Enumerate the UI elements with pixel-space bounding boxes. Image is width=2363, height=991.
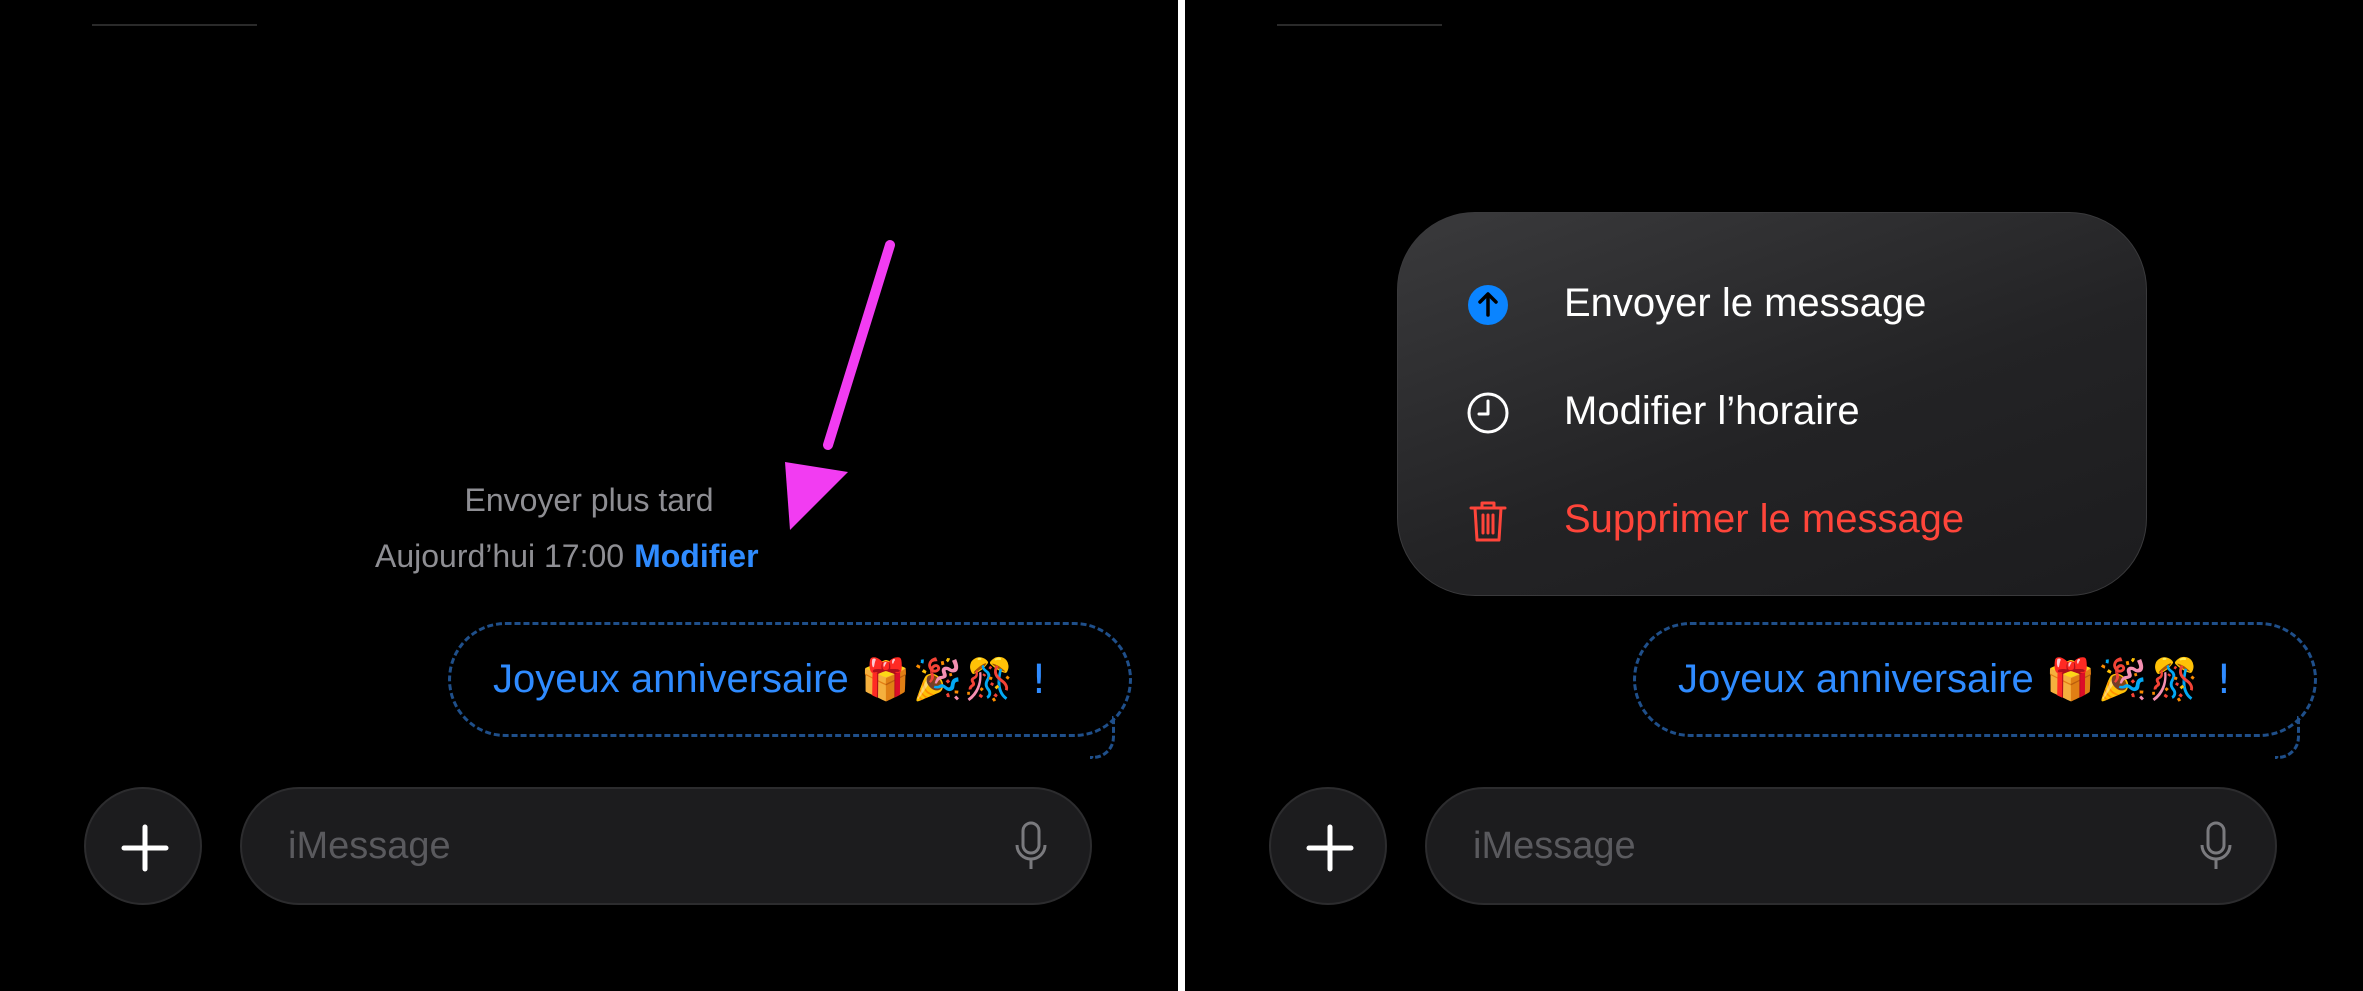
menu-item-label: Supprimer le message bbox=[1564, 497, 1965, 541]
left-screen: Envoyer plus tard Aujourd’hui 17:00 Modif… bbox=[0, 0, 1178, 991]
right-screen: Envoyer le message Modifier l’horaire Su… bbox=[1185, 0, 2363, 991]
scheduled-message-bubble[interactable]: Joyeux anniversaire 🎁🎉🎊 ! bbox=[1633, 622, 2317, 737]
trash-icon bbox=[1469, 501, 1507, 542]
send-up-arrow-icon bbox=[1468, 285, 1508, 325]
imessage-input[interactable]: iMessage bbox=[240, 787, 1092, 905]
panel-divider bbox=[1178, 0, 1185, 991]
clock-icon bbox=[1467, 392, 1509, 434]
menu-item-send-message[interactable]: Envoyer le message bbox=[1398, 255, 2146, 355]
menu-item-label: Modifier l’horaire bbox=[1564, 389, 1860, 433]
microphone-icon[interactable] bbox=[1014, 821, 1048, 873]
add-attachment-button[interactable] bbox=[1269, 787, 1387, 905]
message-emojis: 🎁🎉🎊 ! bbox=[860, 657, 1049, 703]
input-placeholder: iMessage bbox=[288, 825, 451, 867]
scheduled-message-bubble[interactable]: Joyeux anniversaire 🎁🎉🎊 ! bbox=[448, 622, 1132, 737]
message-text: Joyeux anniversaire bbox=[493, 657, 849, 701]
plus-icon bbox=[121, 824, 169, 872]
context-menu: Envoyer le message Modifier l’horaire Su… bbox=[1397, 212, 2147, 596]
menu-item-label: Envoyer le message bbox=[1564, 281, 1927, 325]
menu-item-edit-schedule[interactable]: Modifier l’horaire bbox=[1398, 363, 2146, 463]
add-attachment-button[interactable] bbox=[84, 787, 202, 905]
message-text: Joyeux anniversaire bbox=[1678, 657, 2034, 701]
imessage-input[interactable]: iMessage bbox=[1425, 787, 2277, 905]
message-emojis: 🎁🎉🎊 ! bbox=[2045, 657, 2234, 703]
input-placeholder: iMessage bbox=[1473, 825, 1636, 867]
microphone-icon[interactable] bbox=[2199, 821, 2233, 873]
menu-item-delete-message[interactable]: Supprimer le message bbox=[1398, 471, 2146, 571]
top-divider bbox=[1277, 24, 1442, 26]
plus-icon bbox=[1306, 824, 1354, 872]
bubble-tail bbox=[2275, 716, 2300, 759]
